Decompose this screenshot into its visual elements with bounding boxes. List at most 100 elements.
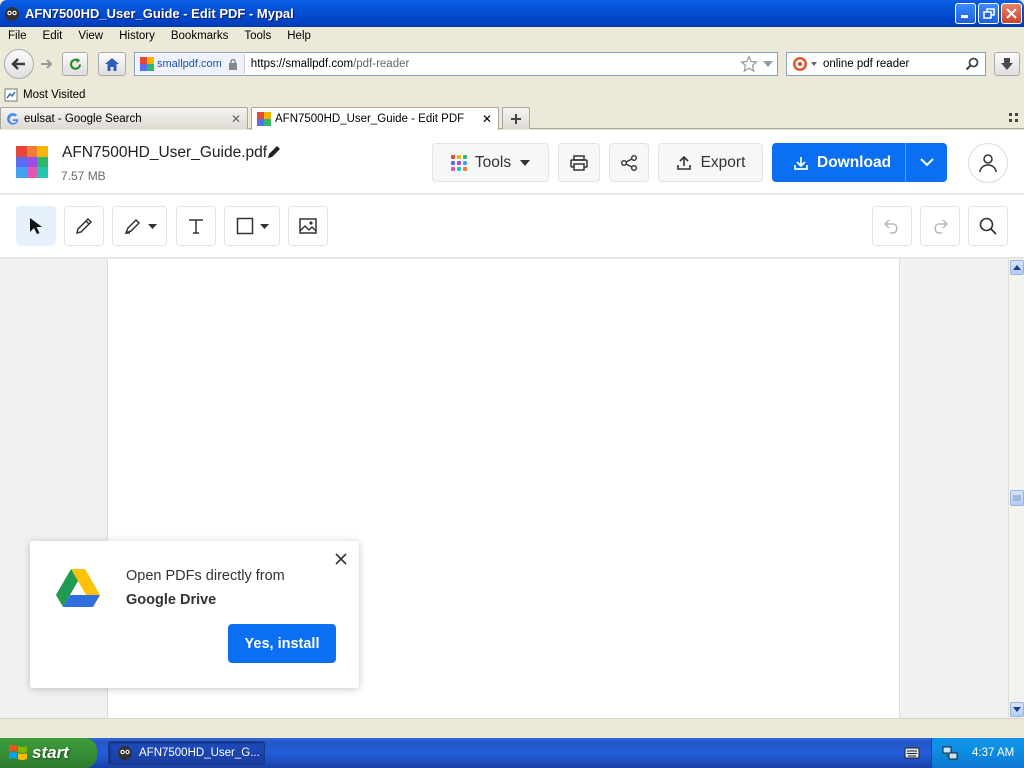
image-icon xyxy=(299,218,317,234)
undo-button[interactable] xyxy=(872,206,912,246)
system-tray: 4:37 AM xyxy=(931,738,1024,768)
app-header: AFN7500HD_User_Guide.pdf 7.57 MB Tools E… xyxy=(0,130,1024,194)
yes-install-button[interactable]: Yes, install xyxy=(228,624,336,663)
start-button[interactable]: start xyxy=(0,738,97,768)
undo-icon xyxy=(883,219,898,234)
share-button[interactable] xyxy=(609,143,649,182)
tools-button[interactable]: Tools xyxy=(432,143,549,182)
edit-toolbar xyxy=(0,195,1024,258)
popup-message: Open PDFs directly from xyxy=(126,568,285,584)
pencil-icon xyxy=(75,217,93,235)
magnifier-icon xyxy=(979,217,997,235)
print-button[interactable] xyxy=(558,143,600,182)
export-button[interactable]: Export xyxy=(658,143,763,182)
chevron-down-icon xyxy=(520,159,531,166)
export-label: Export xyxy=(700,153,746,171)
window-title-bar[interactable]: AFN7500HD_User_Guide - Edit PDF - Mypal xyxy=(0,0,1024,27)
menu-edit[interactable]: Edit xyxy=(43,30,63,42)
url-dropdown-icon[interactable] xyxy=(763,61,773,67)
url-bar[interactable]: smallpdf.com https://smallpdf.com/pdf-re… xyxy=(134,52,778,76)
google-drive-icon xyxy=(56,569,100,607)
close-window-button[interactable] xyxy=(1001,3,1022,24)
bookmark-star-icon[interactable] xyxy=(740,55,758,73)
download-button[interactable]: Download xyxy=(772,143,905,182)
highlighter-tool-button[interactable] xyxy=(112,206,167,246)
download-options-button[interactable] xyxy=(905,143,947,182)
home-button[interactable] xyxy=(98,52,126,76)
close-tab-icon[interactable]: ✕ xyxy=(231,112,241,126)
tools-grid-icon xyxy=(450,154,467,171)
user-account-button[interactable] xyxy=(968,143,1008,183)
vertical-scrollbar[interactable] xyxy=(1008,259,1024,718)
tab-google-search[interactable]: eulsat - Google Search ✕ xyxy=(0,107,248,129)
back-button[interactable] xyxy=(4,49,34,79)
keyboard-icon[interactable] xyxy=(904,746,920,760)
search-bar[interactable]: online pdf reader xyxy=(786,52,986,76)
search-query[interactable]: online pdf reader xyxy=(823,58,909,70)
tab-label: eulsat - Google Search xyxy=(24,112,142,125)
image-tool-button[interactable] xyxy=(288,206,328,246)
windows-logo-icon xyxy=(9,745,27,760)
shape-tool-button[interactable] xyxy=(224,206,280,246)
new-tab-button[interactable] xyxy=(502,107,530,129)
share-icon xyxy=(621,154,637,171)
chevron-down-icon xyxy=(919,158,934,167)
most-visited-link[interactable]: Most Visited xyxy=(23,89,85,101)
menu-file[interactable]: File xyxy=(8,30,27,42)
tab-edit-pdf[interactable]: AFN7500HD_User_Guide - Edit PDF ✕ xyxy=(251,107,499,130)
site-label: smallpdf.com xyxy=(157,58,222,70)
menu-tools[interactable]: Tools xyxy=(244,30,271,42)
taskbar-window-button[interactable]: AFN7500HD_User_G... xyxy=(108,741,265,765)
text-icon xyxy=(189,219,203,234)
rectangle-icon xyxy=(236,217,253,235)
forward-button[interactable] xyxy=(35,52,57,76)
reload-button[interactable] xyxy=(62,52,88,76)
menu-view[interactable]: View xyxy=(78,30,103,42)
rename-pencil-icon[interactable] xyxy=(266,144,282,160)
highlighter-icon xyxy=(124,218,140,235)
search-icon[interactable] xyxy=(965,57,979,71)
chevron-down-icon xyxy=(259,223,269,229)
window-title: AFN7500HD_User_Guide - Edit PDF - Mypal xyxy=(25,6,294,21)
mypal-app-icon xyxy=(118,746,132,760)
clock[interactable]: 4:37 AM xyxy=(972,747,1014,759)
most-visited-icon xyxy=(4,88,18,102)
search-document-button[interactable] xyxy=(968,206,1008,246)
search-engine-icon[interactable] xyxy=(792,56,808,72)
smallpdf-favicon xyxy=(257,112,271,126)
scroll-up-button[interactable] xyxy=(1010,260,1024,275)
close-tab-icon[interactable]: ✕ xyxy=(482,112,492,126)
text-tool-button[interactable] xyxy=(176,206,216,246)
windows-taskbar: start AFN7500HD_User_G... 4:37 AM xyxy=(0,738,1024,768)
close-popup-icon[interactable] xyxy=(333,551,349,567)
site-identity[interactable]: smallpdf.com xyxy=(136,54,245,74)
status-bar xyxy=(0,718,1024,738)
restore-button[interactable] xyxy=(978,3,999,24)
scroll-thumb[interactable] xyxy=(1010,490,1024,506)
downloads-button[interactable] xyxy=(994,52,1020,76)
smallpdf-logo[interactable] xyxy=(16,146,48,178)
site-favicon xyxy=(140,57,154,71)
download-icon xyxy=(794,156,808,170)
popup-service-name: Google Drive xyxy=(126,592,217,608)
google-drive-popup: Open PDFs directly from Google Drive Yes… xyxy=(30,541,359,688)
tools-label: Tools xyxy=(474,153,512,171)
url-text[interactable]: https://smallpdf.com/pdf-reader xyxy=(251,58,410,70)
tab-label: AFN7500HD_User_Guide - Edit PDF xyxy=(275,113,465,125)
network-icon[interactable] xyxy=(942,745,958,761)
upload-icon xyxy=(676,155,691,170)
pencil-tool-button[interactable] xyxy=(64,206,104,246)
minimize-button[interactable] xyxy=(955,3,976,24)
download-label: Download xyxy=(817,153,892,171)
tab-list-icon[interactable] xyxy=(1009,113,1019,123)
engine-dropdown-icon[interactable] xyxy=(811,62,817,66)
menu-help[interactable]: Help xyxy=(287,30,311,42)
cursor-arrow-icon xyxy=(30,218,42,234)
select-tool-button[interactable] xyxy=(16,206,56,246)
file-name[interactable]: AFN7500HD_User_Guide.pdf xyxy=(62,144,267,162)
chevron-down-icon xyxy=(147,223,157,229)
scroll-down-button[interactable] xyxy=(1010,702,1024,717)
redo-button[interactable] xyxy=(920,206,960,246)
menu-bookmarks[interactable]: Bookmarks xyxy=(171,30,229,42)
menu-history[interactable]: History xyxy=(119,30,155,42)
